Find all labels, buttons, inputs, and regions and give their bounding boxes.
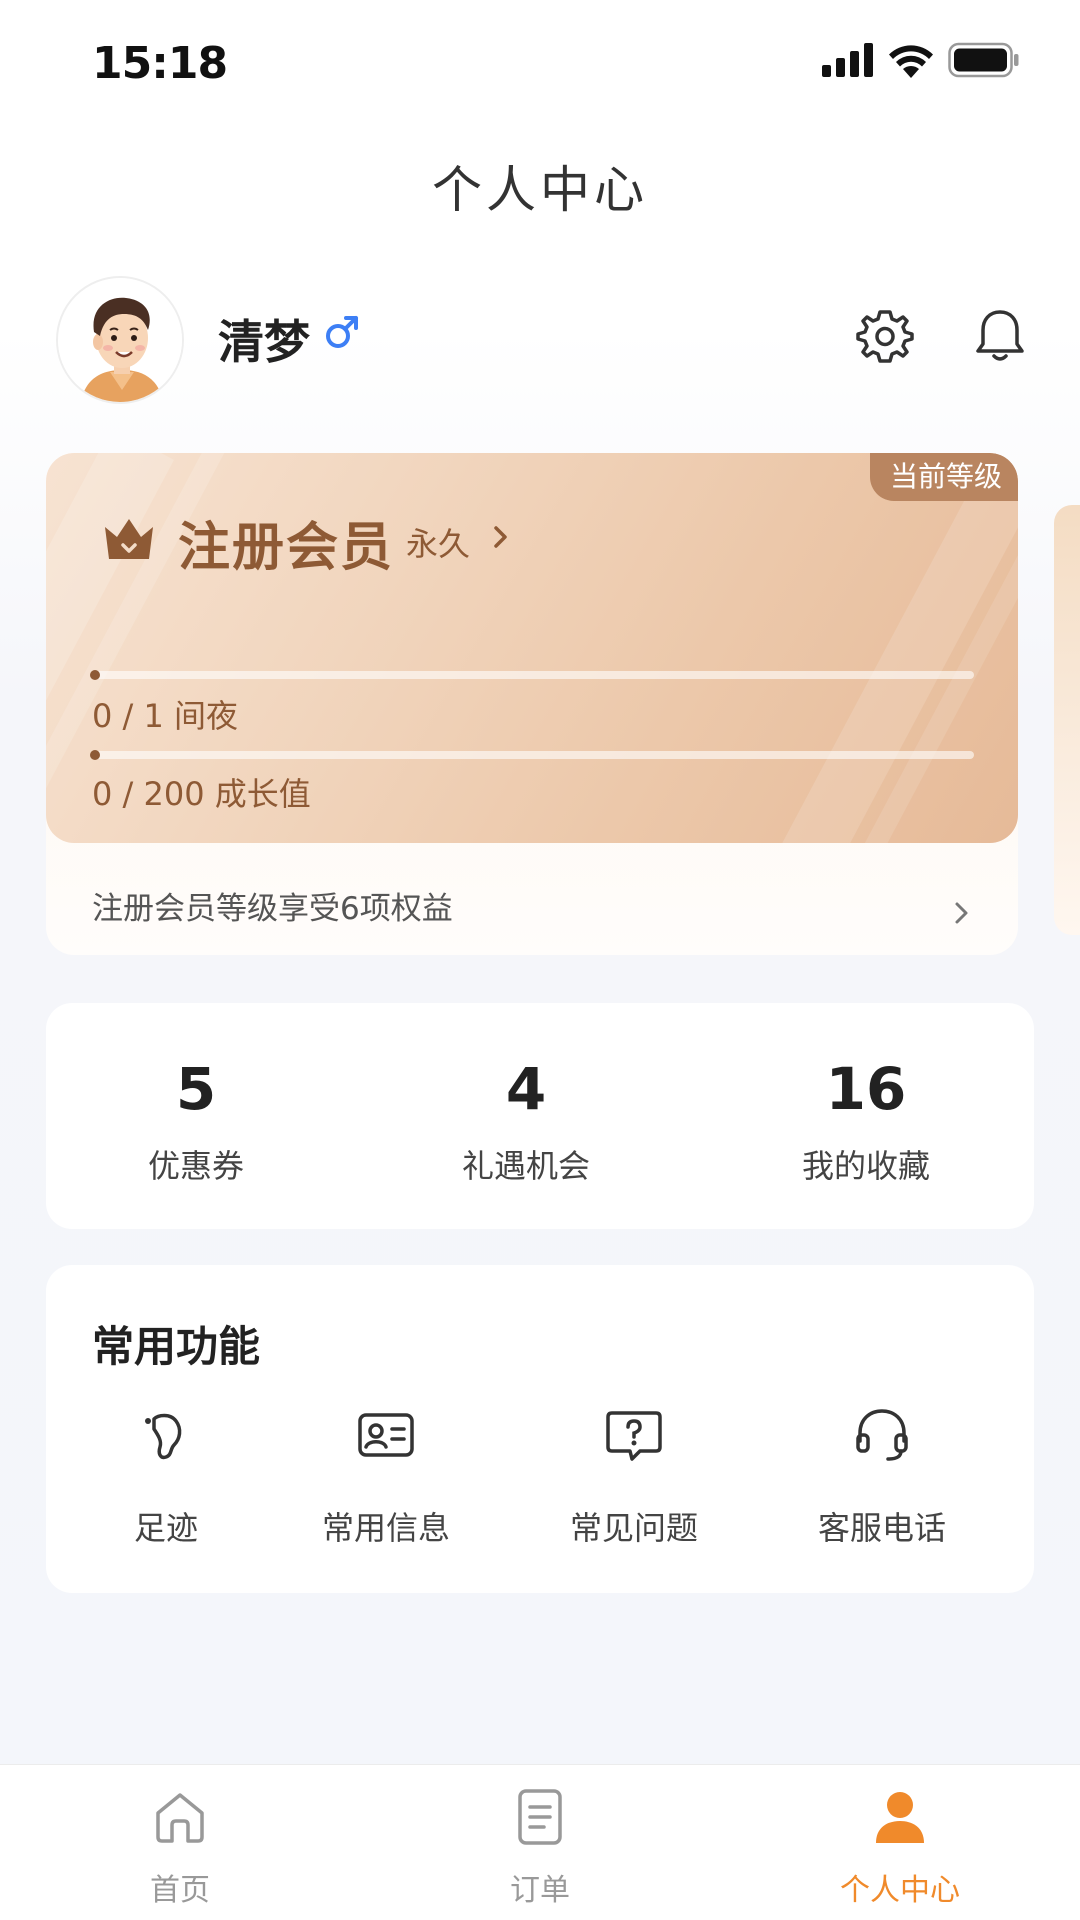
avatar-illustration [58, 278, 182, 402]
stat-coupons[interactable]: 5 优惠券 [46, 1003, 346, 1229]
footprint-icon [145, 1413, 182, 1460]
status-icons [822, 38, 1020, 82]
function-service-hotline[interactable]: 客服电话 [782, 1405, 982, 1555]
crown-icon [105, 519, 153, 559]
wifi-icon [889, 45, 933, 78]
stat-favorites[interactable]: 16 我的收藏 [716, 1003, 1016, 1229]
id-card-icon [358, 1413, 414, 1457]
function-label: 客服电话 [817, 1509, 946, 1547]
growth-progress-marker [90, 750, 100, 760]
user-icon [876, 1792, 924, 1843]
username: 清梦 [218, 315, 310, 369]
question-bubble-icon [606, 1411, 662, 1461]
headset-icon [856, 1409, 908, 1461]
current-level-badge: 当前等级 [869, 453, 1018, 501]
bottom-tab-bar: 首页 订单 个人中心 [0, 1764, 1080, 1920]
stat-privileges[interactable]: 4 礼遇机会 [376, 1003, 676, 1229]
next-level-card-peek[interactable] [1054, 505, 1080, 935]
section-title: 常用功能 [92, 1322, 261, 1371]
order-icon [518, 1789, 562, 1845]
home-icon [156, 1793, 204, 1843]
stat-label: 礼遇机会 [461, 1147, 590, 1185]
male-icon [326, 316, 358, 348]
cellular-signal-icon [822, 43, 873, 77]
battery-icon [948, 42, 1019, 78]
member-duration[interactable]: 永久 [406, 519, 470, 565]
member-benefits-link[interactable]: 注册会员等级享受6项权益 [92, 883, 453, 928]
stat-value: 5 [175, 1055, 217, 1123]
chevron-right-icon[interactable] [950, 897, 974, 929]
page-title: 个人中心 [432, 161, 648, 219]
function-label: 常见问题 [569, 1509, 698, 1547]
chevron-right-icon[interactable] [486, 519, 516, 555]
stats-card: 5 优惠券 4 礼遇机会 16 我的收藏 [46, 1003, 1034, 1229]
profile-screen: 15:18 个人中心 清梦 当前等级 注册会员 永久 0 / 1 间夜 0 / … [0, 0, 1080, 1920]
common-functions-card: 常用功能 足迹 常用信息 常见问题 客服电话 [46, 1265, 1034, 1593]
member-level-name: 注册会员 [178, 518, 395, 578]
membership-card[interactable]: 当前等级 注册会员 永久 0 / 1 间夜 0 / 200 成长值 注册会员等级… [46, 453, 1018, 955]
tab-profile[interactable]: 个人中心 [720, 1765, 1080, 1920]
stat-value: 16 [825, 1055, 907, 1123]
tab-orders[interactable]: 订单 [360, 1765, 720, 1920]
status-time: 15:18 [92, 38, 228, 89]
tab-home[interactable]: 首页 [0, 1765, 360, 1920]
function-frequent-info[interactable]: 常用信息 [286, 1405, 486, 1555]
function-faq[interactable]: 常见问题 [534, 1405, 734, 1555]
function-label: 常用信息 [321, 1509, 450, 1547]
function-label: 足迹 [133, 1509, 198, 1547]
settings-gear-icon[interactable] [855, 306, 915, 366]
nights-progress-bar [90, 670, 974, 680]
notification-bell-icon[interactable] [970, 306, 1030, 366]
tab-label: 首页 [150, 1873, 210, 1908]
stat-label: 我的收藏 [801, 1147, 930, 1185]
stat-label: 优惠券 [147, 1147, 244, 1185]
growth-progress-text: 0 / 200 成长值 [92, 775, 311, 813]
growth-progress-bar [90, 750, 974, 760]
membership-level-panel: 当前等级 注册会员 永久 0 / 1 间夜 0 / 200 成长值 [46, 453, 1018, 843]
tab-label: 订单 [510, 1873, 570, 1908]
stat-value: 4 [505, 1055, 547, 1123]
tab-label: 个人中心 [840, 1873, 960, 1908]
avatar[interactable] [56, 276, 184, 404]
status-bar: 15:18 [0, 0, 1080, 130]
nights-progress-marker [90, 670, 100, 680]
nights-progress-text: 0 / 1 间夜 [92, 697, 239, 735]
function-footprint[interactable]: 足迹 [66, 1405, 266, 1555]
